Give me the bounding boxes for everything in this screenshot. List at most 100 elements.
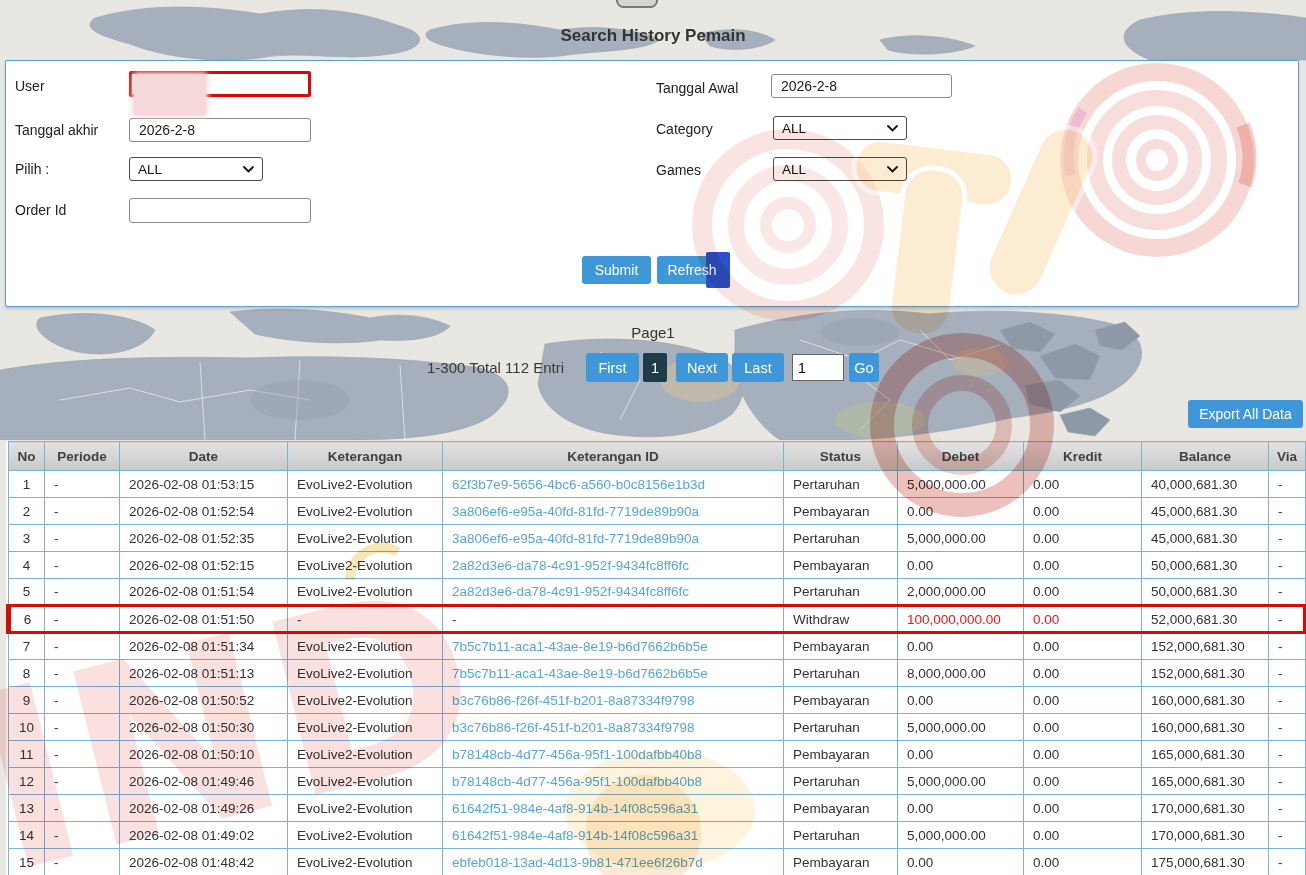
cell-status: Pertaruhan — [784, 768, 898, 795]
export-all-data-button[interactable]: Export All Data — [1188, 400, 1303, 428]
games-select-value: ALL — [782, 162, 806, 177]
refresh-button[interactable]: Refresh — [657, 256, 727, 284]
column-header: Periode — [45, 442, 120, 471]
keterangan-id-link[interactable]: 61642f51-984e-4af8-914b-14f08c596a31 — [452, 801, 698, 816]
go-button[interactable]: Go — [849, 353, 879, 382]
cell-keterangan-id: 3a806ef6-e95a-40fd-81fd-7719de89b90a — [443, 525, 784, 552]
cell-status: Pembayaran — [784, 741, 898, 768]
keterangan-id-link[interactable]: 2a82d3e6-da78-4c91-952f-9434fc8ff6fc — [452, 584, 689, 599]
cell-via: - — [1269, 741, 1306, 768]
keterangan-id-link[interactable]: 3a806ef6-e95a-40fd-81fd-7719de89b90a — [452, 504, 699, 519]
column-header: Kredit — [1024, 442, 1142, 471]
table-row: 15-2026-02-08 01:48:42EvoLive2-Evolution… — [9, 849, 1306, 875]
tanggal-awal-label: Tanggal Awal — [656, 80, 738, 96]
cell-keterangan: EvoLive2-Evolution — [288, 498, 443, 525]
table-row: 1-2026-02-08 01:53:15EvoLive2-Evolution6… — [9, 471, 1306, 498]
cell-via: - — [1269, 633, 1306, 660]
category-select[interactable]: ALL — [773, 116, 907, 140]
cell-keterangan-id: b3c76b86-f26f-451f-b201-8a87334f9798 — [443, 714, 784, 741]
table-row: 2-2026-02-08 01:52:54EvoLive2-Evolution3… — [9, 498, 1306, 525]
cell-debet: 0.00 — [898, 795, 1024, 822]
cell-debet: 0.00 — [898, 687, 1024, 714]
cell-date: 2026-02-08 01:49:02 — [120, 822, 288, 849]
table-row: 10-2026-02-08 01:50:30EvoLive2-Evolution… — [9, 714, 1306, 741]
first-page-button[interactable]: First — [586, 353, 639, 382]
goto-page-input[interactable] — [792, 354, 844, 381]
cell-status: Pertaruhan — [784, 660, 898, 687]
cell-date: 2026-02-08 01:50:52 — [120, 687, 288, 714]
games-select[interactable]: ALL — [773, 157, 907, 181]
cell-periode: - — [45, 687, 120, 714]
cell-balance: 170,000,681.30 — [1142, 795, 1269, 822]
keterangan-id-link[interactable]: ebfeb018-13ad-4d13-9b81-471ee6f26b7d — [452, 855, 703, 870]
keterangan-id-link[interactable]: b3c76b86-f26f-451f-b201-8a87334f9798 — [452, 720, 694, 735]
table-row: 11-2026-02-08 01:50:10EvoLive2-Evolution… — [9, 741, 1306, 768]
cell-kredit: 0.00 — [1024, 579, 1142, 606]
keterangan-id-link[interactable]: b78148cb-4d77-456a-95f1-100dafbb40b8 — [452, 774, 702, 789]
cell-date: 2026-02-08 01:53:15 — [120, 471, 288, 498]
keterangan-id-link[interactable]: b78148cb-4d77-456a-95f1-100dafbb40b8 — [452, 747, 702, 762]
cell-status: Pertaruhan — [784, 471, 898, 498]
chevron-down-icon — [243, 166, 254, 173]
cell-debet: 5,000,000.00 — [898, 768, 1024, 795]
cell-via: - — [1269, 795, 1306, 822]
keterangan-id-link[interactable]: 7b5c7b11-aca1-43ae-8e19-b6d7662b6b5e — [452, 666, 708, 681]
keterangan-id-link[interactable]: 61642f51-984e-4af8-914b-14f08c596a31 — [452, 828, 698, 843]
order-id-input[interactable] — [129, 198, 311, 223]
cell-periode: - — [45, 498, 120, 525]
cell-kredit: 0.00 — [1024, 768, 1142, 795]
cell-periode: - — [45, 795, 120, 822]
cell-date: 2026-02-08 01:51:13 — [120, 660, 288, 687]
pilih-select[interactable]: ALL — [129, 157, 263, 181]
cell-balance: 45,000,681.30 — [1142, 498, 1269, 525]
cell-no: 13 — [9, 795, 45, 822]
table-header-row: NoPeriodeDateKeteranganKeterangan IDStat… — [9, 442, 1306, 471]
cell-kredit: 0.00 — [1024, 606, 1142, 633]
table-row: 5-2026-02-08 01:51:54EvoLive2-Evolution2… — [9, 579, 1306, 606]
cell-keterangan-id: b3c76b86-f26f-451f-b201-8a87334f9798 — [443, 687, 784, 714]
tanggal-akhir-input[interactable] — [129, 118, 311, 142]
cell-balance: 165,000,681.30 — [1142, 768, 1269, 795]
current-page-button[interactable]: 1 — [643, 353, 667, 382]
cell-debet: 8,000,000.00 — [898, 660, 1024, 687]
cell-debet: 0.00 — [898, 552, 1024, 579]
cell-via: - — [1269, 552, 1306, 579]
pilih-label: Pilih : — [15, 161, 49, 177]
keterangan-id-link[interactable]: 62f3b7e9-5656-4bc6-a560-b0c8156e1b3d — [452, 477, 705, 492]
order-id-label: Order Id — [15, 202, 66, 218]
cell-debet: 0.00 — [898, 498, 1024, 525]
cell-keterangan: EvoLive2-Evolution — [288, 552, 443, 579]
user-redaction-overlay — [134, 74, 206, 115]
keterangan-id-link[interactable]: 7b5c7b11-aca1-43ae-8e19-b6d7662b6b5e — [452, 639, 708, 654]
cell-debet: 0.00 — [898, 741, 1024, 768]
keterangan-id-link[interactable]: 2a82d3e6-da78-4c91-952f-9434fc8ff6fc — [452, 558, 689, 573]
submit-button[interactable]: Submit — [582, 256, 651, 284]
cell-via: - — [1269, 606, 1306, 633]
cell-no: 8 — [9, 660, 45, 687]
cell-no: 12 — [9, 768, 45, 795]
table-row: 4-2026-02-08 01:52:15EvoLive2-Evolution2… — [9, 552, 1306, 579]
cell-keterangan: EvoLive2-Evolution — [288, 525, 443, 552]
cell-no: 3 — [9, 525, 45, 552]
last-page-button[interactable]: Last — [732, 353, 784, 382]
cell-kredit: 0.00 — [1024, 741, 1142, 768]
tanggal-awal-input[interactable] — [771, 74, 952, 98]
cell-periode: - — [45, 768, 120, 795]
cell-keterangan-id: 61642f51-984e-4af8-914b-14f08c596a31 — [443, 795, 784, 822]
cell-date: 2026-02-08 01:50:10 — [120, 741, 288, 768]
cell-keterangan: EvoLive2-Evolution — [288, 633, 443, 660]
table-row-highlighted: 6-2026-02-08 01:51:50--Withdraw100,000,0… — [9, 606, 1306, 633]
next-page-button[interactable]: Next — [676, 353, 728, 382]
keterangan-id-link[interactable]: b3c76b86-f26f-451f-b201-8a87334f9798 — [452, 693, 694, 708]
cell-date: 2026-02-08 01:52:35 — [120, 525, 288, 552]
table-row: 14-2026-02-08 01:49:02EvoLive2-Evolution… — [9, 822, 1306, 849]
cell-no: 10 — [9, 714, 45, 741]
cell-status: Pembayaran — [784, 849, 898, 875]
cell-kredit: 0.00 — [1024, 498, 1142, 525]
cell-date: 2026-02-08 01:49:46 — [120, 768, 288, 795]
cell-keterangan-id: - — [443, 606, 784, 633]
cell-date: 2026-02-08 01:51:54 — [120, 579, 288, 606]
cell-no: 6 — [9, 606, 45, 633]
keterangan-id-link[interactable]: 3a806ef6-e95a-40fd-81fd-7719de89b90a — [452, 531, 699, 546]
table-row: 3-2026-02-08 01:52:35EvoLive2-Evolution3… — [9, 525, 1306, 552]
